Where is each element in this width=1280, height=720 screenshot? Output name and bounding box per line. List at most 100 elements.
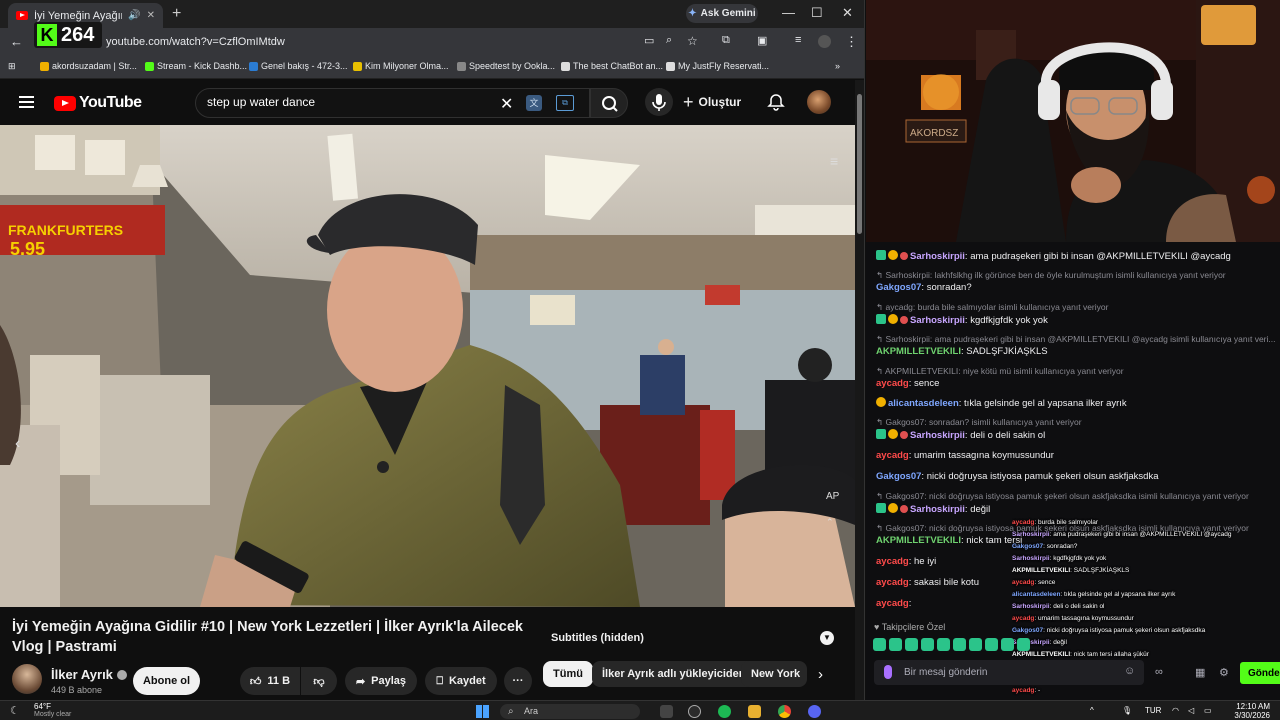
chat-message[interactable]: Gakgos07: sonradan?	[876, 282, 1276, 294]
bookmark-item[interactable]: Stream - Kick Dashb...	[145, 61, 247, 71]
more-bookmarks-icon[interactable]: »	[835, 61, 840, 71]
app-icon[interactable]	[688, 705, 701, 718]
chat-message[interactable]: aycadg: umarim tassagına koymussundur	[876, 450, 1276, 462]
channel-name[interactable]: İlker Ayrık	[51, 667, 113, 682]
bookmark-item[interactable]: Speedtest by Ookla...	[457, 61, 555, 71]
emote-icon[interactable]	[953, 638, 966, 651]
address-bar[interactable]: youtube.com/watch?v=CzflOmIMtdw	[106, 36, 285, 48]
emote-icon[interactable]	[889, 638, 902, 651]
media-icon[interactable]: ≡	[795, 34, 801, 46]
chat-username[interactable]: Gakgos07	[876, 471, 921, 482]
like-button[interactable]: 👍︎ 11 B	[240, 667, 300, 695]
channel-name-row[interactable]: İlker Ayrık	[51, 667, 127, 682]
mic-tray-icon[interactable]: 🎙︎	[1122, 706, 1132, 715]
voice-search-button[interactable]	[645, 88, 673, 116]
chat-username[interactable]: AKPMILLETVEKILI	[876, 535, 961, 546]
chat-message[interactable]: alicantasdeleen: tıkla gelsinde gel al y…	[876, 397, 1276, 410]
taskbar-clock[interactable]: 12:10 AM 3/30/2026	[1225, 702, 1270, 720]
chevron-down-icon[interactable]: ▼	[820, 631, 834, 645]
chat-username[interactable]: aycadg	[876, 598, 909, 609]
chat-username[interactable]: Sarhoskirpii	[910, 430, 965, 441]
chat-message[interactable]: Sarhoskirpii: kgdfkjgfdk yok yok	[876, 314, 1276, 327]
new-tab-button[interactable]: +	[172, 5, 181, 23]
chevron-right-icon[interactable]: ›	[818, 666, 823, 683]
discord-icon[interactable]	[808, 705, 821, 718]
chat-message[interactable]: Sarhoskirpii: ama pudraşekeri gibi bi in…	[876, 250, 1276, 263]
search-button[interactable]	[590, 88, 628, 118]
bookmark-item[interactable]: akordsuzadam | Str...	[40, 61, 137, 71]
chat-username[interactable]: Sarhoskirpii	[910, 315, 965, 326]
battery-icon[interactable]: ▭	[1204, 706, 1212, 715]
speaker-icon[interactable]: 🔊	[128, 10, 140, 21]
chat-message-input[interactable]: Bir mesaj gönderin ☺	[874, 660, 1144, 685]
extension-icon[interactable]: ⧉	[556, 95, 574, 111]
chat-username[interactable]: Gakgos07	[876, 282, 921, 293]
chip-new-york[interactable]: New York	[741, 661, 807, 687]
scroll-arrows-icon[interactable]: ⌃	[826, 517, 834, 528]
prev-arrow-icon[interactable]: ‹	[15, 435, 20, 453]
chat-message[interactable]: Gakgos07: nicki doğruysa istiyosa pamuk …	[876, 471, 1276, 483]
menu-icon[interactable]: ⋮	[845, 34, 858, 50]
chat-reply-line[interactable]: ↰ AKPMILLETVEKILI: niye kötü mü isimli k…	[876, 365, 1276, 377]
close-tab-icon[interactable]: ✕	[147, 10, 155, 21]
subscribe-button[interactable]: Abone ol	[133, 667, 200, 695]
back-icon[interactable]: ←	[10, 34, 23, 49]
hamburger-menu-icon[interactable]	[19, 96, 34, 108]
account-avatar[interactable]	[807, 90, 831, 114]
chat-message[interactable]: aycadg: sence	[876, 378, 1276, 390]
tray-chevron-icon[interactable]: ^	[1090, 706, 1094, 715]
dislike-button[interactable]: 👎︎	[301, 667, 337, 695]
chat-username[interactable]: aycadg	[876, 556, 909, 567]
emote-icon[interactable]	[921, 638, 934, 651]
bookmark-item[interactable]: The best ChatBot an...	[561, 61, 663, 71]
create-button[interactable]: + Oluştur	[683, 90, 741, 114]
wifi-icon[interactable]: ◠	[1172, 706, 1179, 715]
task-view-icon[interactable]	[660, 705, 673, 718]
close-window-icon[interactable]: ✕	[842, 5, 853, 21]
volume-icon[interactable]: ◁	[1188, 706, 1194, 715]
channel-avatar[interactable]	[12, 664, 42, 694]
emote-icon[interactable]	[873, 638, 886, 651]
bookmark-item[interactable]: Kim Milyoner Olma...	[353, 61, 449, 71]
apps-icon[interactable]: ⊞	[8, 61, 16, 72]
ask-gemini-button[interactable]: ✦ Ask Gemini	[686, 4, 758, 23]
send-message-button[interactable]: Gönder	[1240, 662, 1280, 684]
emote-icon[interactable]	[969, 638, 982, 651]
save-button[interactable]: ⎕ Kaydet	[425, 667, 497, 695]
chip-all[interactable]: Tümü	[543, 661, 593, 687]
emote-icon[interactable]	[905, 638, 918, 651]
emoji-icon[interactable]: ☺	[1124, 665, 1135, 677]
youtube-logo[interactable]: YouTube	[54, 94, 142, 112]
settings-gear-icon[interactable]: ⚙	[1219, 666, 1229, 679]
video-menu-icon[interactable]: ≡	[830, 153, 838, 169]
spotify-icon[interactable]	[718, 705, 731, 718]
chat-username[interactable]: aycadg	[876, 378, 909, 389]
chat-message[interactable]: Sarhoskirpii: deli o deli sakin ol	[876, 429, 1276, 442]
maximize-icon[interactable]: ☐	[811, 5, 823, 21]
zoom-icon[interactable]: ⌕	[666, 34, 672, 47]
chat-reply-line[interactable]: ↰ Gakgos07: sonradan? isimli kullanıcıya…	[876, 416, 1276, 428]
video-player[interactable]: FRANKFURTERS 5.95 ≡ ‹ AP ⌃	[0, 125, 855, 607]
chat-username[interactable]: Sarhoskirpii	[910, 504, 965, 515]
chat-reply-line[interactable]: ↰ aycadg: burda bile salmıyolar isimli k…	[876, 301, 1276, 313]
chat-reply-line[interactable]: ↰ Gakgos07: nicki doğruysa istiyosa pamu…	[876, 490, 1276, 502]
emote-icon[interactable]	[937, 638, 950, 651]
chat-username[interactable]: Sarhoskirpii	[910, 251, 965, 262]
chrome-icon[interactable]	[778, 705, 791, 718]
minimize-icon[interactable]: —	[782, 5, 795, 20]
scrollbar-thumb[interactable]	[857, 94, 862, 234]
chat-reply-line[interactable]: ↰ Sarhoskirpii: ama pudraşekeri gibi bi …	[876, 333, 1276, 345]
notifications-bell-icon[interactable]	[767, 93, 785, 111]
language-indicator[interactable]: TUR	[1145, 706, 1161, 715]
cast-icon[interactable]: ▭	[644, 34, 654, 47]
bookmark-item[interactable]: My JustFly Reservati...	[666, 61, 769, 71]
chat-reply-line[interactable]: ↰ Sarhoskirpii: lakhfslkhg ilk görünce b…	[876, 269, 1276, 281]
calendar-icon[interactable]: ▦	[1195, 666, 1205, 679]
emote-icon[interactable]	[1017, 638, 1030, 651]
extensions-icon[interactable]: ⧉	[722, 34, 730, 47]
search-input[interactable]	[207, 95, 497, 109]
file-explorer-icon[interactable]	[748, 705, 761, 718]
share-button[interactable]: ➦ Paylaş	[345, 667, 417, 695]
profile-icon[interactable]	[818, 35, 831, 48]
link-icon[interactable]: ∞	[1155, 666, 1163, 678]
